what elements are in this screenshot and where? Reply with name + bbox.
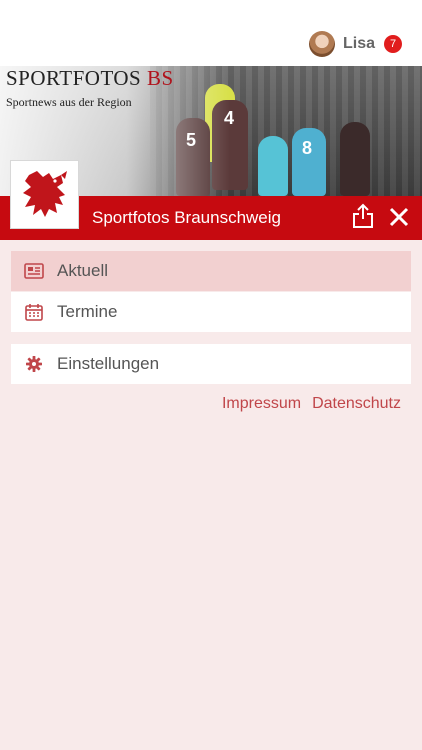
menu-item-label: Aktuell xyxy=(57,261,109,280)
avatar[interactable] xyxy=(308,31,335,57)
user-profile[interactable]: Lisa 7 xyxy=(308,30,402,58)
calendar-icon xyxy=(23,301,45,323)
player xyxy=(340,122,370,196)
jersey-number: 8 xyxy=(302,138,313,158)
gear-icon xyxy=(23,353,45,375)
share-button[interactable] xyxy=(350,202,376,230)
menu-item-termine[interactable]: Termine xyxy=(11,292,411,332)
notification-badge[interactable]: 7 xyxy=(384,35,402,53)
top-bar: Lisa 7 xyxy=(0,0,422,66)
player: 8 xyxy=(292,128,326,196)
newspaper-icon xyxy=(23,260,45,282)
banner-title: SPORTFOTOS BS xyxy=(6,66,174,91)
banner-subtitle: Sportnews aus der Region xyxy=(6,95,132,109)
site-title: Sportfotos Braunschweig xyxy=(92,208,281,227)
club-logo xyxy=(10,160,79,229)
menu-item-einstellungen[interactable]: Einstellungen xyxy=(11,344,411,384)
menu-item-label: Einstellungen xyxy=(57,354,160,373)
close-button[interactable] xyxy=(386,204,412,230)
share-icon xyxy=(353,203,373,228)
banner-title-main: SPORTFOTOS xyxy=(6,66,142,90)
username[interactable]: Lisa xyxy=(343,35,375,53)
close-icon xyxy=(389,207,409,227)
datenschutz-link[interactable]: Datenschutz xyxy=(312,395,401,413)
menu-item-label: Termine xyxy=(57,302,118,321)
lion-icon xyxy=(22,170,67,217)
banner-title-accent: BS xyxy=(147,66,174,90)
player xyxy=(258,136,288,196)
menu-item-aktuell[interactable]: Aktuell xyxy=(11,251,411,291)
footer-links: Impressum Datenschutz xyxy=(211,395,401,413)
impressum-link[interactable]: Impressum xyxy=(222,395,301,413)
